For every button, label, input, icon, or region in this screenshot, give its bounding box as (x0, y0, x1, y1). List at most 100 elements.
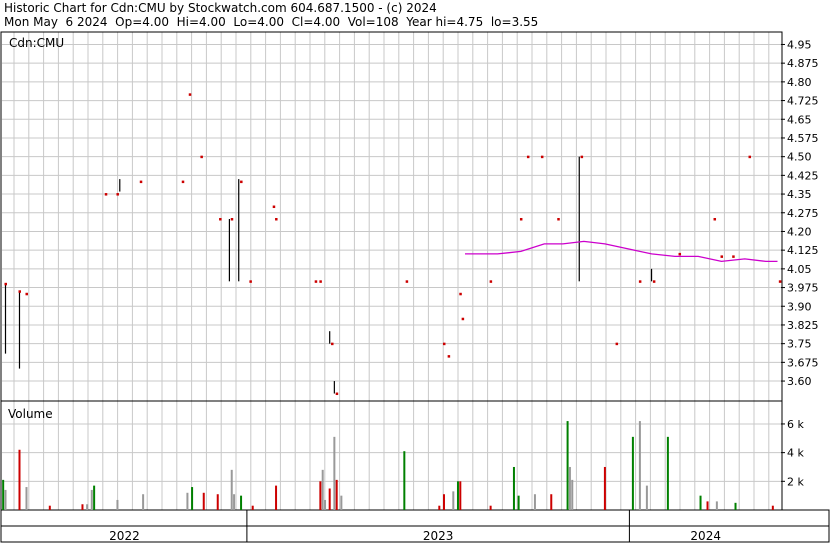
price-tick-label: 4.05 (787, 263, 812, 276)
close-dot (104, 193, 108, 196)
close-dot (720, 255, 724, 258)
volume-bar (706, 501, 709, 510)
volume-bar (191, 487, 194, 510)
close-dot (331, 342, 334, 346)
close-dot (219, 217, 222, 221)
volume-bar (512, 466, 515, 510)
volume-bar (734, 502, 737, 510)
close-dot (249, 280, 252, 283)
volume-bar (456, 481, 459, 510)
close-dot (200, 155, 203, 159)
close-dot (319, 280, 322, 283)
close-dot (18, 290, 21, 293)
year-label: 2024 (690, 529, 721, 543)
price-axis: 3.60 3.675 3.75 3.825 3.90 3.975 4.05 4.125 4.20… (781, 38, 819, 388)
volume-axis: 2 k 4 k 6 k (781, 418, 804, 488)
price-tick-label: 3.975 (787, 282, 819, 295)
volume-bar (202, 492, 205, 510)
volume-bar (186, 492, 189, 510)
close-dot (442, 342, 446, 346)
close-dot (139, 180, 143, 184)
close-dot (778, 280, 782, 283)
volume-grid (2, 401, 781, 510)
volume-bar (321, 469, 324, 510)
volume-bar (340, 495, 343, 510)
close-dot (240, 180, 243, 184)
volume-bar (275, 485, 278, 510)
close-dot (638, 280, 642, 283)
volume-bar (533, 494, 536, 510)
volume-bar (666, 436, 669, 510)
volume-bar (81, 504, 84, 510)
volume-bar (699, 495, 702, 510)
volume-bar (230, 469, 233, 510)
volume-bar (240, 495, 243, 510)
close-dot (489, 280, 493, 283)
close-dot (4, 282, 7, 286)
close-dot (652, 280, 656, 283)
close-dot (557, 217, 560, 221)
volume-bar (4, 489, 7, 510)
close-dot (275, 217, 278, 221)
price-tick-label: 4.50 (787, 151, 812, 164)
close-dot (188, 93, 192, 96)
close-dot (25, 292, 28, 296)
volume-bar (459, 481, 462, 510)
volume-bar (333, 436, 336, 510)
volume-bar (335, 479, 338, 510)
volume-bar (631, 436, 634, 510)
close-dot (405, 280, 409, 283)
volume-tick-label: 6 k (787, 418, 804, 431)
volume-bar (216, 494, 219, 510)
close-dot (678, 252, 682, 256)
volume-bar (324, 499, 327, 510)
volume-bar (568, 466, 571, 510)
close-dot (461, 317, 465, 321)
volume-bar (442, 494, 445, 510)
close-dot (748, 155, 752, 159)
volume-bar (93, 485, 96, 510)
price-tick-label: 4.95 (787, 38, 812, 51)
stock-chart: Cdn:CMU Volume 3.60 3.675 3.75 3.825 3.90 3.9… (0, 31, 830, 543)
volume-bar (233, 494, 236, 510)
price-tick-label: 4.725 (787, 95, 819, 108)
price-grid (2, 32, 781, 401)
volume-bar (452, 491, 455, 510)
price-tick-label: 3.675 (787, 356, 819, 369)
volume-bar (142, 494, 145, 510)
volume-bar (489, 505, 492, 510)
symbol-label: Cdn:CMU (9, 36, 64, 50)
close-dot (459, 292, 462, 296)
price-tick-label: 4.275 (787, 207, 819, 220)
close-dot (713, 217, 717, 221)
price-tick-label: 4.65 (787, 113, 812, 126)
year-label: 2022 (109, 529, 140, 543)
close-dot (116, 193, 119, 196)
close-dot (230, 217, 234, 221)
close-dot (580, 155, 584, 159)
volume-tick-label: 2 k (787, 475, 804, 488)
price-tick-label: 4.125 (787, 244, 819, 257)
price-tick-label: 4.20 (787, 225, 812, 238)
price-tick-label: 4.425 (787, 169, 819, 182)
close-dot (447, 355, 451, 358)
year-label: 2023 (423, 529, 454, 543)
volume-bar (715, 501, 718, 510)
volume-bar (566, 421, 569, 510)
close-dot (272, 205, 276, 209)
price-tick-label: 3.825 (787, 319, 819, 332)
price-tick-label: 3.90 (787, 300, 812, 313)
price-tick-label: 3.75 (787, 338, 812, 351)
volume-bar (86, 504, 89, 510)
volume-bar (550, 494, 553, 510)
close-dot (526, 155, 530, 159)
close-dot (314, 280, 318, 283)
close-dot (335, 392, 339, 396)
price-tick-label: 4.80 (787, 76, 812, 89)
volume-bar (603, 466, 606, 510)
price-tick-label: 4.35 (787, 188, 812, 201)
volume-bar (319, 481, 322, 510)
volume-bar (90, 489, 93, 510)
volume-tick-label: 4 k (787, 447, 804, 460)
volume-bar (251, 505, 254, 510)
